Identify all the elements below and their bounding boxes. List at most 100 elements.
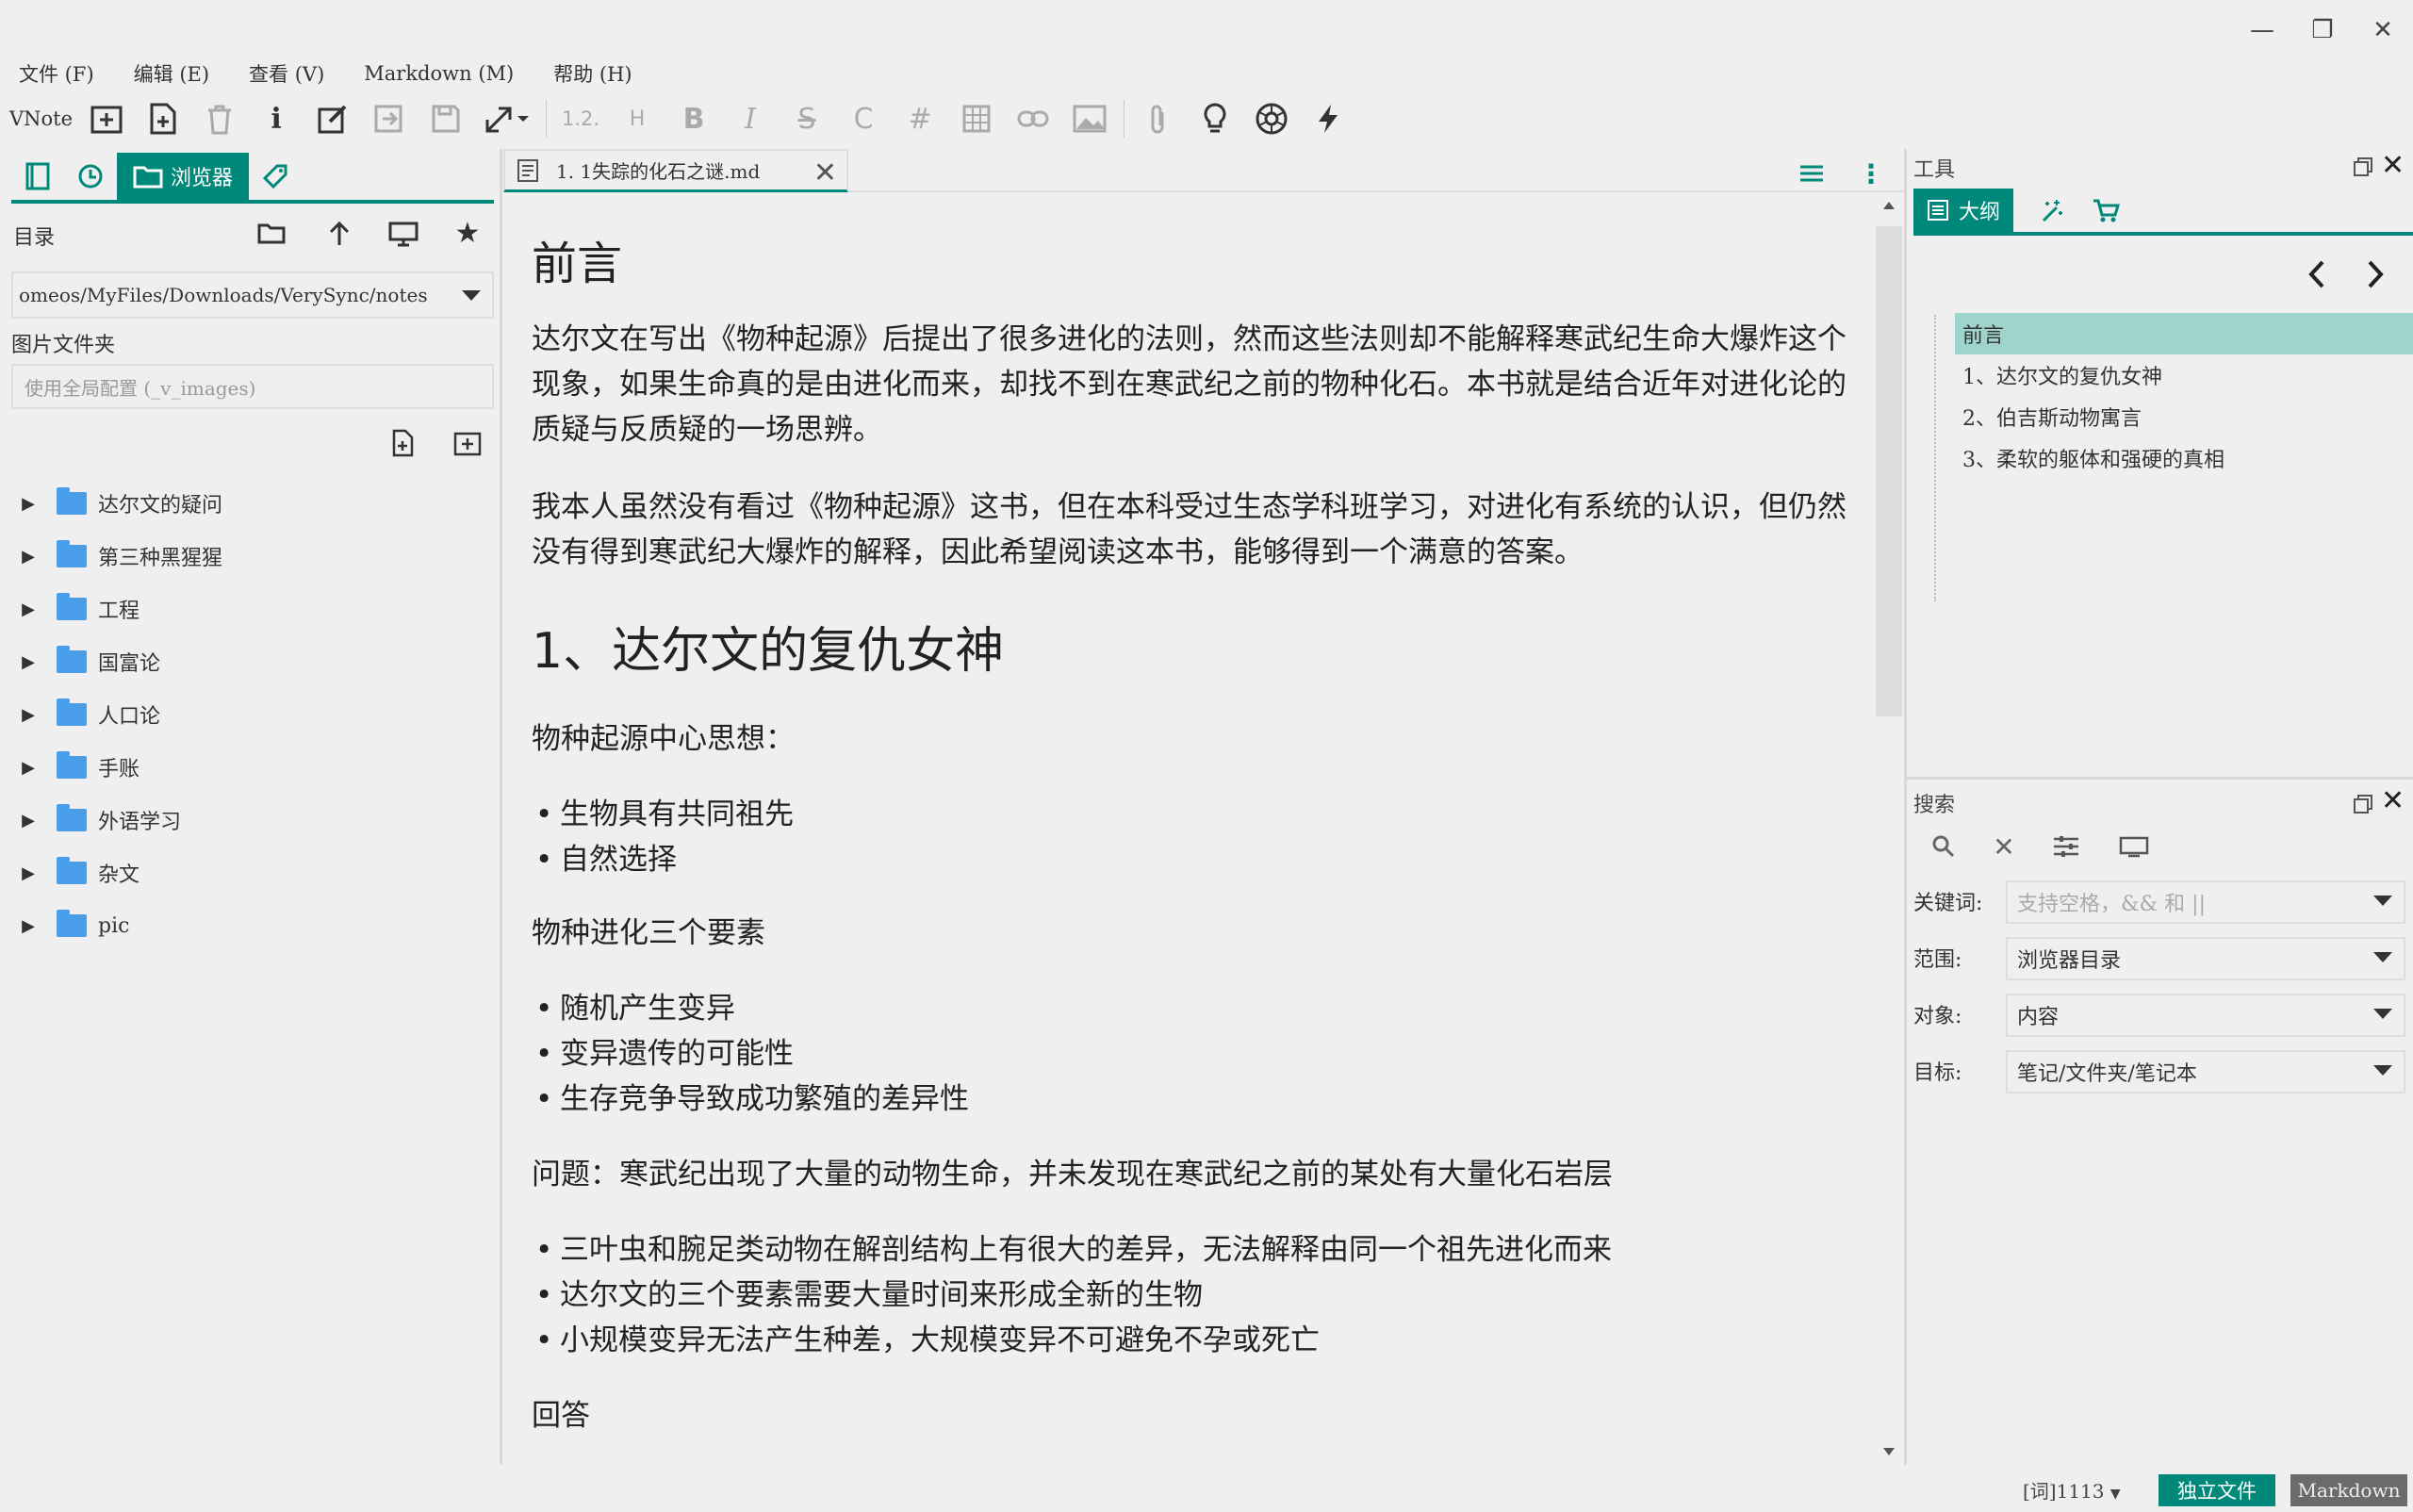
expand-button[interactable]	[474, 92, 540, 145]
tab-history[interactable]	[64, 153, 117, 200]
menu-file[interactable]: 文件 (F)	[19, 59, 94, 88]
new-notebook-button[interactable]	[78, 92, 135, 145]
flash-button[interactable]	[1300, 92, 1356, 145]
search-button[interactable]	[1925, 830, 1962, 863]
folder-item[interactable]: ▶ 第三种黑猩猩	[0, 530, 500, 583]
document-tab[interactable]: 1. 1失踪的化石之谜.md ✕	[503, 149, 848, 192]
expand-arrow-icon[interactable]: ▶	[0, 600, 57, 619]
object-select[interactable]: 内容	[2006, 994, 2405, 1037]
float-tools-button[interactable]	[2349, 153, 2377, 181]
menu-help[interactable]: 帮助 (H)	[553, 59, 632, 88]
notebook-path-select[interactable]: omeos/MyFiles/Downloads/VerySync/notes	[11, 271, 494, 319]
search-console-button[interactable]	[2115, 830, 2153, 863]
show-desktop-button[interactable]	[385, 217, 422, 251]
outline-item[interactable]: 1、达尔文的复仇女神	[1962, 360, 2162, 390]
editor-scrollbar[interactable]	[1876, 198, 1904, 1461]
scrollbar-thumb[interactable]	[1876, 226, 1902, 716]
new-folder-button[interactable]	[449, 426, 486, 460]
scroll-down-icon[interactable]	[1883, 1448, 1895, 1455]
attachment-button[interactable]	[1130, 92, 1187, 145]
scroll-up-icon[interactable]	[1883, 202, 1895, 209]
more-options-button[interactable]: ⋮	[1857, 156, 1885, 190]
expand-arrow-icon[interactable]: ▶	[0, 705, 57, 725]
folder-item[interactable]: ▶ 杂文	[0, 846, 500, 899]
outline-forward-button[interactable]	[2360, 258, 2398, 296]
tab-browser[interactable]: 浏览器	[117, 153, 249, 200]
outline-back-button[interactable]	[2304, 258, 2341, 296]
expand-arrow-icon[interactable]: ▶	[0, 494, 57, 514]
favorite-button[interactable]: ★	[449, 215, 486, 251]
read-mode-button[interactable]	[361, 92, 418, 145]
folder-item[interactable]: ▶ 工程	[0, 583, 500, 635]
file-mode-badge[interactable]: 独立文件	[2159, 1474, 2275, 1506]
expand-arrow-icon[interactable]: ▶	[0, 652, 57, 672]
outline-item[interactable]: 2、伯吉斯动物寓言	[1962, 402, 2142, 432]
word-count[interactable]: [词]1113 ▼	[2023, 1476, 2121, 1504]
open-folder-button[interactable]	[253, 217, 290, 251]
image-folder-input[interactable]: 使用全局配置 (_v_images)	[11, 364, 494, 409]
image-button[interactable]	[1061, 92, 1118, 145]
info-button[interactable]: i	[248, 92, 304, 145]
trash-icon	[208, 105, 232, 135]
table-button[interactable]	[948, 92, 1005, 145]
folder-item[interactable]: ▶ 外语学习	[0, 794, 500, 846]
expand-arrow-icon[interactable]: ▶	[0, 863, 57, 883]
folder-item[interactable]: ▶ 手账	[0, 741, 500, 794]
folder-item[interactable]: ▶ 人口论	[0, 688, 500, 741]
italic-button[interactable]: I	[722, 92, 779, 145]
tips-button[interactable]	[1187, 92, 1243, 145]
menu-view[interactable]: 查看 (V)	[249, 59, 324, 88]
tab-cart[interactable]	[2087, 194, 2125, 228]
tab-list-button[interactable]	[1793, 156, 1830, 190]
outline-item-active[interactable]: 前言	[1955, 313, 2413, 354]
list-item: 变异遗传的可能性	[535, 1031, 794, 1076]
markdown-content[interactable]: 前言 达尔文在写出《物种起源》后提出了很多进化的法则，然而这些法则却不能解释寒武…	[503, 196, 1878, 1459]
left-splitter[interactable]	[500, 149, 502, 1465]
target-select[interactable]: 笔记/文件夹/笔记本	[2006, 1050, 2405, 1093]
expand-arrow-icon[interactable]: ▶	[0, 547, 57, 567]
close-tab-icon[interactable]: ✕	[813, 156, 837, 189]
link-button[interactable]	[1005, 92, 1061, 145]
heading-button[interactable]: H	[609, 92, 665, 145]
new-note-small-button[interactable]	[385, 426, 422, 460]
strikethrough-button[interactable]: S	[779, 92, 835, 145]
markdown-mode-badge[interactable]: Markdown	[2290, 1474, 2407, 1506]
more-vertical-icon: ⋮	[1858, 157, 1884, 189]
expand-arrow-icon[interactable]: ▶	[0, 811, 57, 830]
inline-code-button[interactable]: C	[835, 92, 892, 145]
close-tools-button[interactable]: ✕	[2381, 149, 2413, 183]
expand-arrow-icon[interactable]: ▶	[0, 758, 57, 778]
tab-tags[interactable]	[249, 153, 302, 200]
tab-snippets[interactable]	[2032, 194, 2070, 228]
expand-arrow-icon[interactable]: ▶	[0, 916, 57, 936]
heading-number-button[interactable]: 1.2.	[552, 92, 609, 145]
tab-notebook[interactable]	[11, 153, 64, 200]
edit-button[interactable]	[304, 92, 361, 145]
menu-markdown[interactable]: Markdown (M)	[364, 62, 514, 85]
keyword-input[interactable]: 支持空格，&& 和 ||	[2006, 880, 2405, 924]
clear-search-button[interactable]: ✕	[1985, 830, 2023, 863]
minimize-button[interactable]: —	[2243, 13, 2281, 47]
folder-item[interactable]: ▶ pic	[0, 899, 500, 952]
folder-item[interactable]: ▶ 达尔文的疑问	[0, 477, 500, 530]
maximize-button[interactable]: ❐	[2304, 13, 2341, 47]
notebook-icon	[25, 162, 50, 190]
chevron-down-icon	[2373, 896, 2392, 906]
outline-item[interactable]: 3、柔软的躯体和强硬的真相	[1962, 443, 2224, 473]
scope-select[interactable]: 浏览器目录	[2006, 937, 2405, 980]
delete-button[interactable]	[191, 92, 248, 145]
close-window-button[interactable]: ✕	[2364, 13, 2402, 47]
list-item: 达尔文的三个要素需要大量时间来形成全新的生物	[535, 1273, 1203, 1318]
folder-item[interactable]: ▶ 国富论	[0, 635, 500, 688]
float-search-button[interactable]	[2349, 790, 2377, 818]
save-button[interactable]	[418, 92, 474, 145]
bold-button[interactable]: B	[665, 92, 722, 145]
menu-edit[interactable]: 编辑 (E)	[134, 59, 209, 88]
tab-outline[interactable]: 大纲	[1913, 189, 2013, 232]
search-settings-button[interactable]	[2047, 830, 2085, 863]
go-up-button[interactable]	[320, 217, 358, 251]
new-note-button[interactable]	[135, 92, 191, 145]
close-search-button[interactable]: ✕	[2381, 784, 2413, 818]
hash-button[interactable]: #	[892, 92, 948, 145]
capture-button[interactable]	[1243, 92, 1300, 145]
